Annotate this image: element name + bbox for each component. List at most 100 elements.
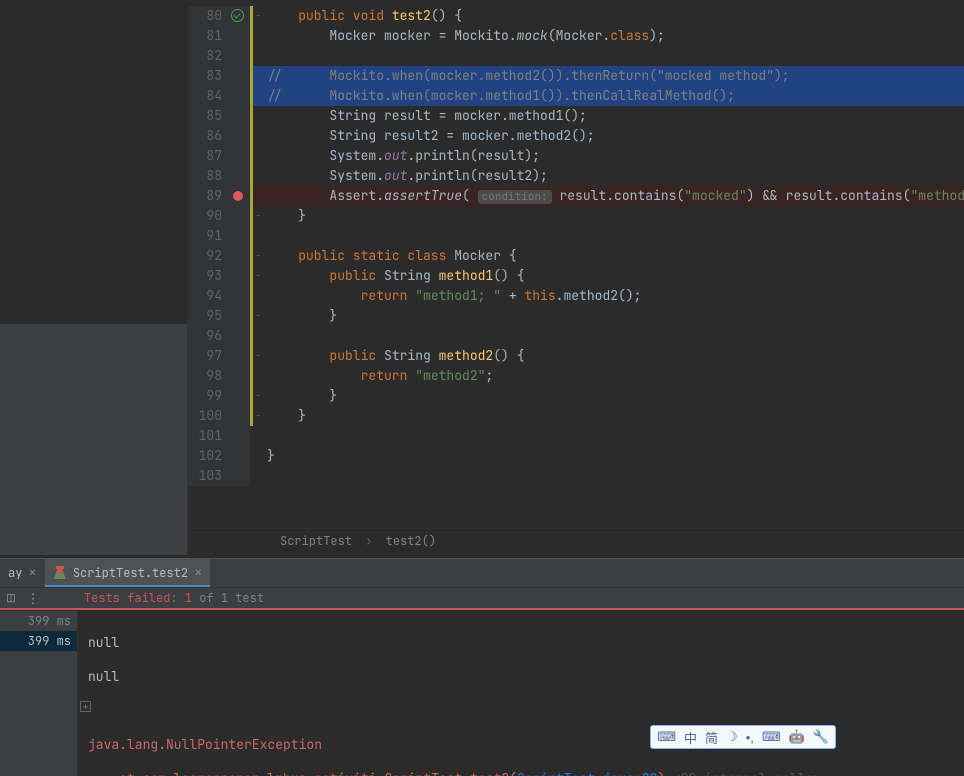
layout-icon[interactable]: ◫ <box>0 587 22 609</box>
code-text[interactable]: } <box>263 386 964 406</box>
close-icon[interactable]: × <box>194 564 202 582</box>
more-icon[interactable]: ⋮ <box>22 587 44 609</box>
line-number[interactable]: 94 <box>188 286 228 306</box>
ime-punct[interactable]: •, <box>746 730 754 745</box>
gutter-mark[interactable] <box>228 46 250 66</box>
code-line[interactable]: 89 Assert.assertTrue( condition: result.… <box>188 186 964 206</box>
tab-other[interactable]: ay × <box>0 559 45 587</box>
code-text[interactable]: System.out.println(result2); <box>263 166 964 186</box>
fold-toggle[interactable]: − <box>253 306 263 326</box>
code-text[interactable]: public String method1() { <box>263 266 964 286</box>
gutter-mark[interactable] <box>228 86 250 106</box>
code-line[interactable]: 99 − } <box>188 386 964 406</box>
code-text[interactable] <box>263 46 964 66</box>
line-number[interactable]: 82 <box>188 46 228 66</box>
code-text[interactable] <box>263 326 964 346</box>
code-line[interactable]: 84// Mockito.when(mocker.method1()).then… <box>188 86 964 106</box>
code-text[interactable]: } <box>263 406 964 426</box>
gutter-mark[interactable] <box>228 146 250 166</box>
code-text[interactable]: String result2 = mocker.method2(); <box>263 126 964 146</box>
line-number[interactable]: 92 <box>188 246 228 266</box>
code-line[interactable]: 103 <box>188 466 964 486</box>
line-number[interactable]: 97 <box>188 346 228 366</box>
code-line[interactable]: 87 System.out.println(result); <box>188 146 964 166</box>
code-text[interactable]: } <box>263 306 964 326</box>
test-tree[interactable]: 399 ms 399 ms <box>0 611 78 776</box>
gutter-mark[interactable] <box>228 6 250 26</box>
ime-toolbar[interactable]: ⌨ 中 简 ☽ •, ⌨ 🤖 🔧 <box>650 725 836 749</box>
code-line[interactable]: 86 String result2 = mocker.method2(); <box>188 126 964 146</box>
ime-keyboard-icon[interactable]: ⌨ <box>657 729 676 745</box>
gutter-mark[interactable] <box>228 206 250 226</box>
code-text[interactable]: Assert.assertTrue( condition: result.con… <box>263 186 964 206</box>
line-number[interactable]: 103 <box>188 466 228 486</box>
gutter-mark[interactable] <box>228 346 250 366</box>
fold-toggle[interactable]: − <box>253 246 263 266</box>
code-line[interactable]: 83 // Mockito.when(mocker.method2()).then… <box>188 66 964 86</box>
code-text[interactable]: public static class Mocker { <box>263 246 964 266</box>
code-line[interactable]: 88 System.out.println(result2); <box>188 166 964 186</box>
expand-frames-icon[interactable]: + <box>80 701 91 712</box>
gutter-mark[interactable] <box>228 386 250 406</box>
code-line[interactable]: 97− public String method2() { <box>188 346 964 366</box>
gutter-mark[interactable] <box>228 446 250 466</box>
code-text[interactable]: String result = mocker.method1(); <box>263 106 964 126</box>
fold-toggle[interactable]: − <box>253 346 263 366</box>
code-text[interactable]: return "method1; " + this.method2(); <box>263 286 964 306</box>
gutter-mark[interactable] <box>228 406 250 426</box>
gutter-mark[interactable] <box>228 326 250 346</box>
line-number[interactable]: 93 <box>188 266 228 286</box>
gutter-mark[interactable] <box>228 106 250 126</box>
breadcrumb-method[interactable]: test2() <box>386 533 436 549</box>
robot-icon[interactable]: 🤖 <box>789 729 805 745</box>
gutter-mark[interactable] <box>228 286 250 306</box>
code-line[interactable]: 100 − } <box>188 406 964 426</box>
line-number[interactable]: 86 <box>188 126 228 146</box>
gutter-mark[interactable] <box>228 226 250 246</box>
code-text[interactable] <box>263 226 964 246</box>
gutter-mark[interactable] <box>228 66 250 86</box>
code-line[interactable]: 95− } <box>188 306 964 326</box>
keyboard-icon[interactable]: ⌨ <box>762 729 781 745</box>
code-text[interactable]: return "method2"; <box>263 366 964 386</box>
line-number[interactable]: 87 <box>188 146 228 166</box>
gutter-mark[interactable] <box>228 306 250 326</box>
wrench-icon[interactable]: 🔧 <box>813 729 829 745</box>
code-line[interactable]: 81 Mocker mocker = Mockito.mock(Mocker.c… <box>188 26 964 46</box>
breakpoint-icon[interactable] <box>233 191 243 201</box>
code-text[interactable]: System.out.println(result); <box>263 146 964 166</box>
code-line[interactable]: 101 <box>188 426 964 446</box>
code-text[interactable]: public void test2() { <box>263 6 964 26</box>
fold-toggle[interactable]: − <box>253 386 263 406</box>
line-number[interactable]: 99 <box>188 386 228 406</box>
code-line[interactable]: 96 <box>188 326 964 346</box>
line-number[interactable]: 100 <box>188 406 228 426</box>
line-number[interactable]: 98 <box>188 366 228 386</box>
code-line[interactable]: 90− } <box>188 206 964 226</box>
code-text[interactable] <box>263 466 964 486</box>
line-number[interactable]: 83 <box>188 66 228 86</box>
ime-simplified[interactable]: 简 <box>705 728 718 747</box>
gutter-mark[interactable] <box>228 246 250 266</box>
code-line[interactable]: 80 − public void test2() { <box>188 6 964 26</box>
gutter-mark[interactable] <box>228 26 250 46</box>
line-number[interactable]: 96 <box>188 326 228 346</box>
line-number[interactable]: 91 <box>188 226 228 246</box>
code-text[interactable]: } <box>263 206 964 226</box>
fold-toggle[interactable]: − <box>253 406 263 426</box>
code-line[interactable]: 91 <box>188 226 964 246</box>
gutter-mark[interactable] <box>228 426 250 446</box>
code-text[interactable]: // Mockito.when(mocker.method2()).thenRe… <box>263 66 964 86</box>
breadcrumb-class[interactable]: ScriptTest <box>280 533 352 549</box>
code-line[interactable]: 94 return "method1; " + this.method2(); <box>188 286 964 306</box>
gutter-mark[interactable] <box>228 186 250 206</box>
gutter-mark[interactable] <box>228 366 250 386</box>
ime-lang-cn[interactable]: 中 <box>684 728 697 747</box>
fold-toggle[interactable]: − <box>253 6 263 26</box>
test-node-duration[interactable]: 399 ms <box>0 611 77 631</box>
source-link[interactable]: ScriptTest.java:89 <box>517 770 657 776</box>
line-number[interactable]: 80 <box>188 6 228 26</box>
code-text[interactable]: // Mockito.when(mocker.method1()).thenCa… <box>263 86 964 106</box>
line-number[interactable]: 88 <box>188 166 228 186</box>
code-text[interactable]: } <box>263 446 964 466</box>
